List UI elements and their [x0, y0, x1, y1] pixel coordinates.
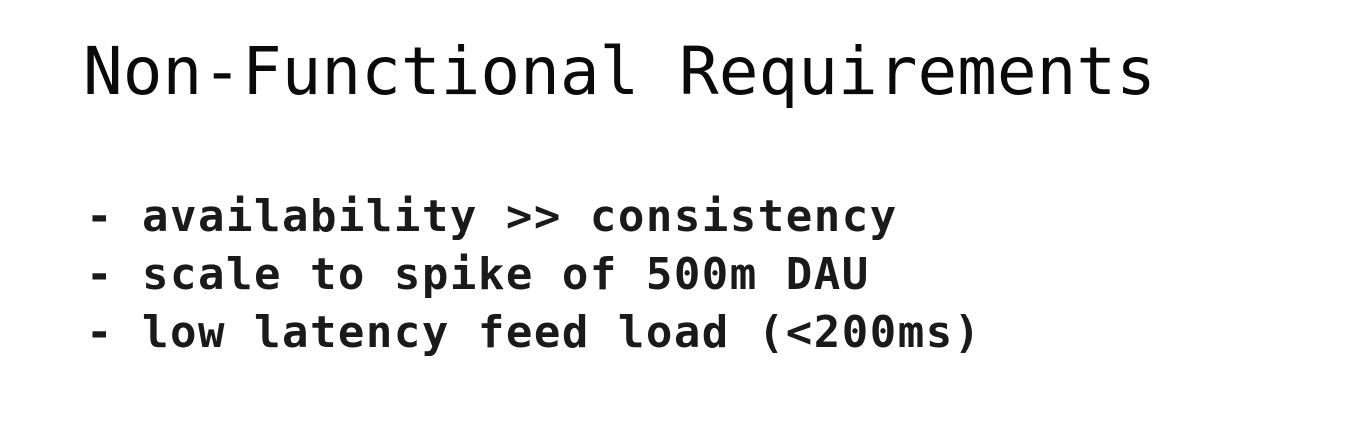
slide: Non-Functional Requirements - availabilit…	[0, 0, 1356, 434]
list-item: - availability >> consistency	[86, 188, 982, 246]
list-item: - scale to spike of 500m DAU	[86, 246, 982, 304]
bullet-dash: -	[86, 307, 114, 358]
requirements-list: - availability >> consistency - scale to s…	[86, 188, 982, 362]
list-item-text: availability >> consistency	[142, 191, 898, 242]
slide-title: Non-Functional Requirements	[83, 33, 1156, 110]
bullet-dash: -	[86, 191, 114, 242]
list-item: - low latency feed load (<200ms)	[86, 304, 982, 362]
bullet-dash: -	[86, 249, 114, 300]
list-item-text: low latency feed load (<200ms)	[142, 307, 982, 358]
list-item-text: scale to spike of 500m DAU	[142, 249, 870, 300]
